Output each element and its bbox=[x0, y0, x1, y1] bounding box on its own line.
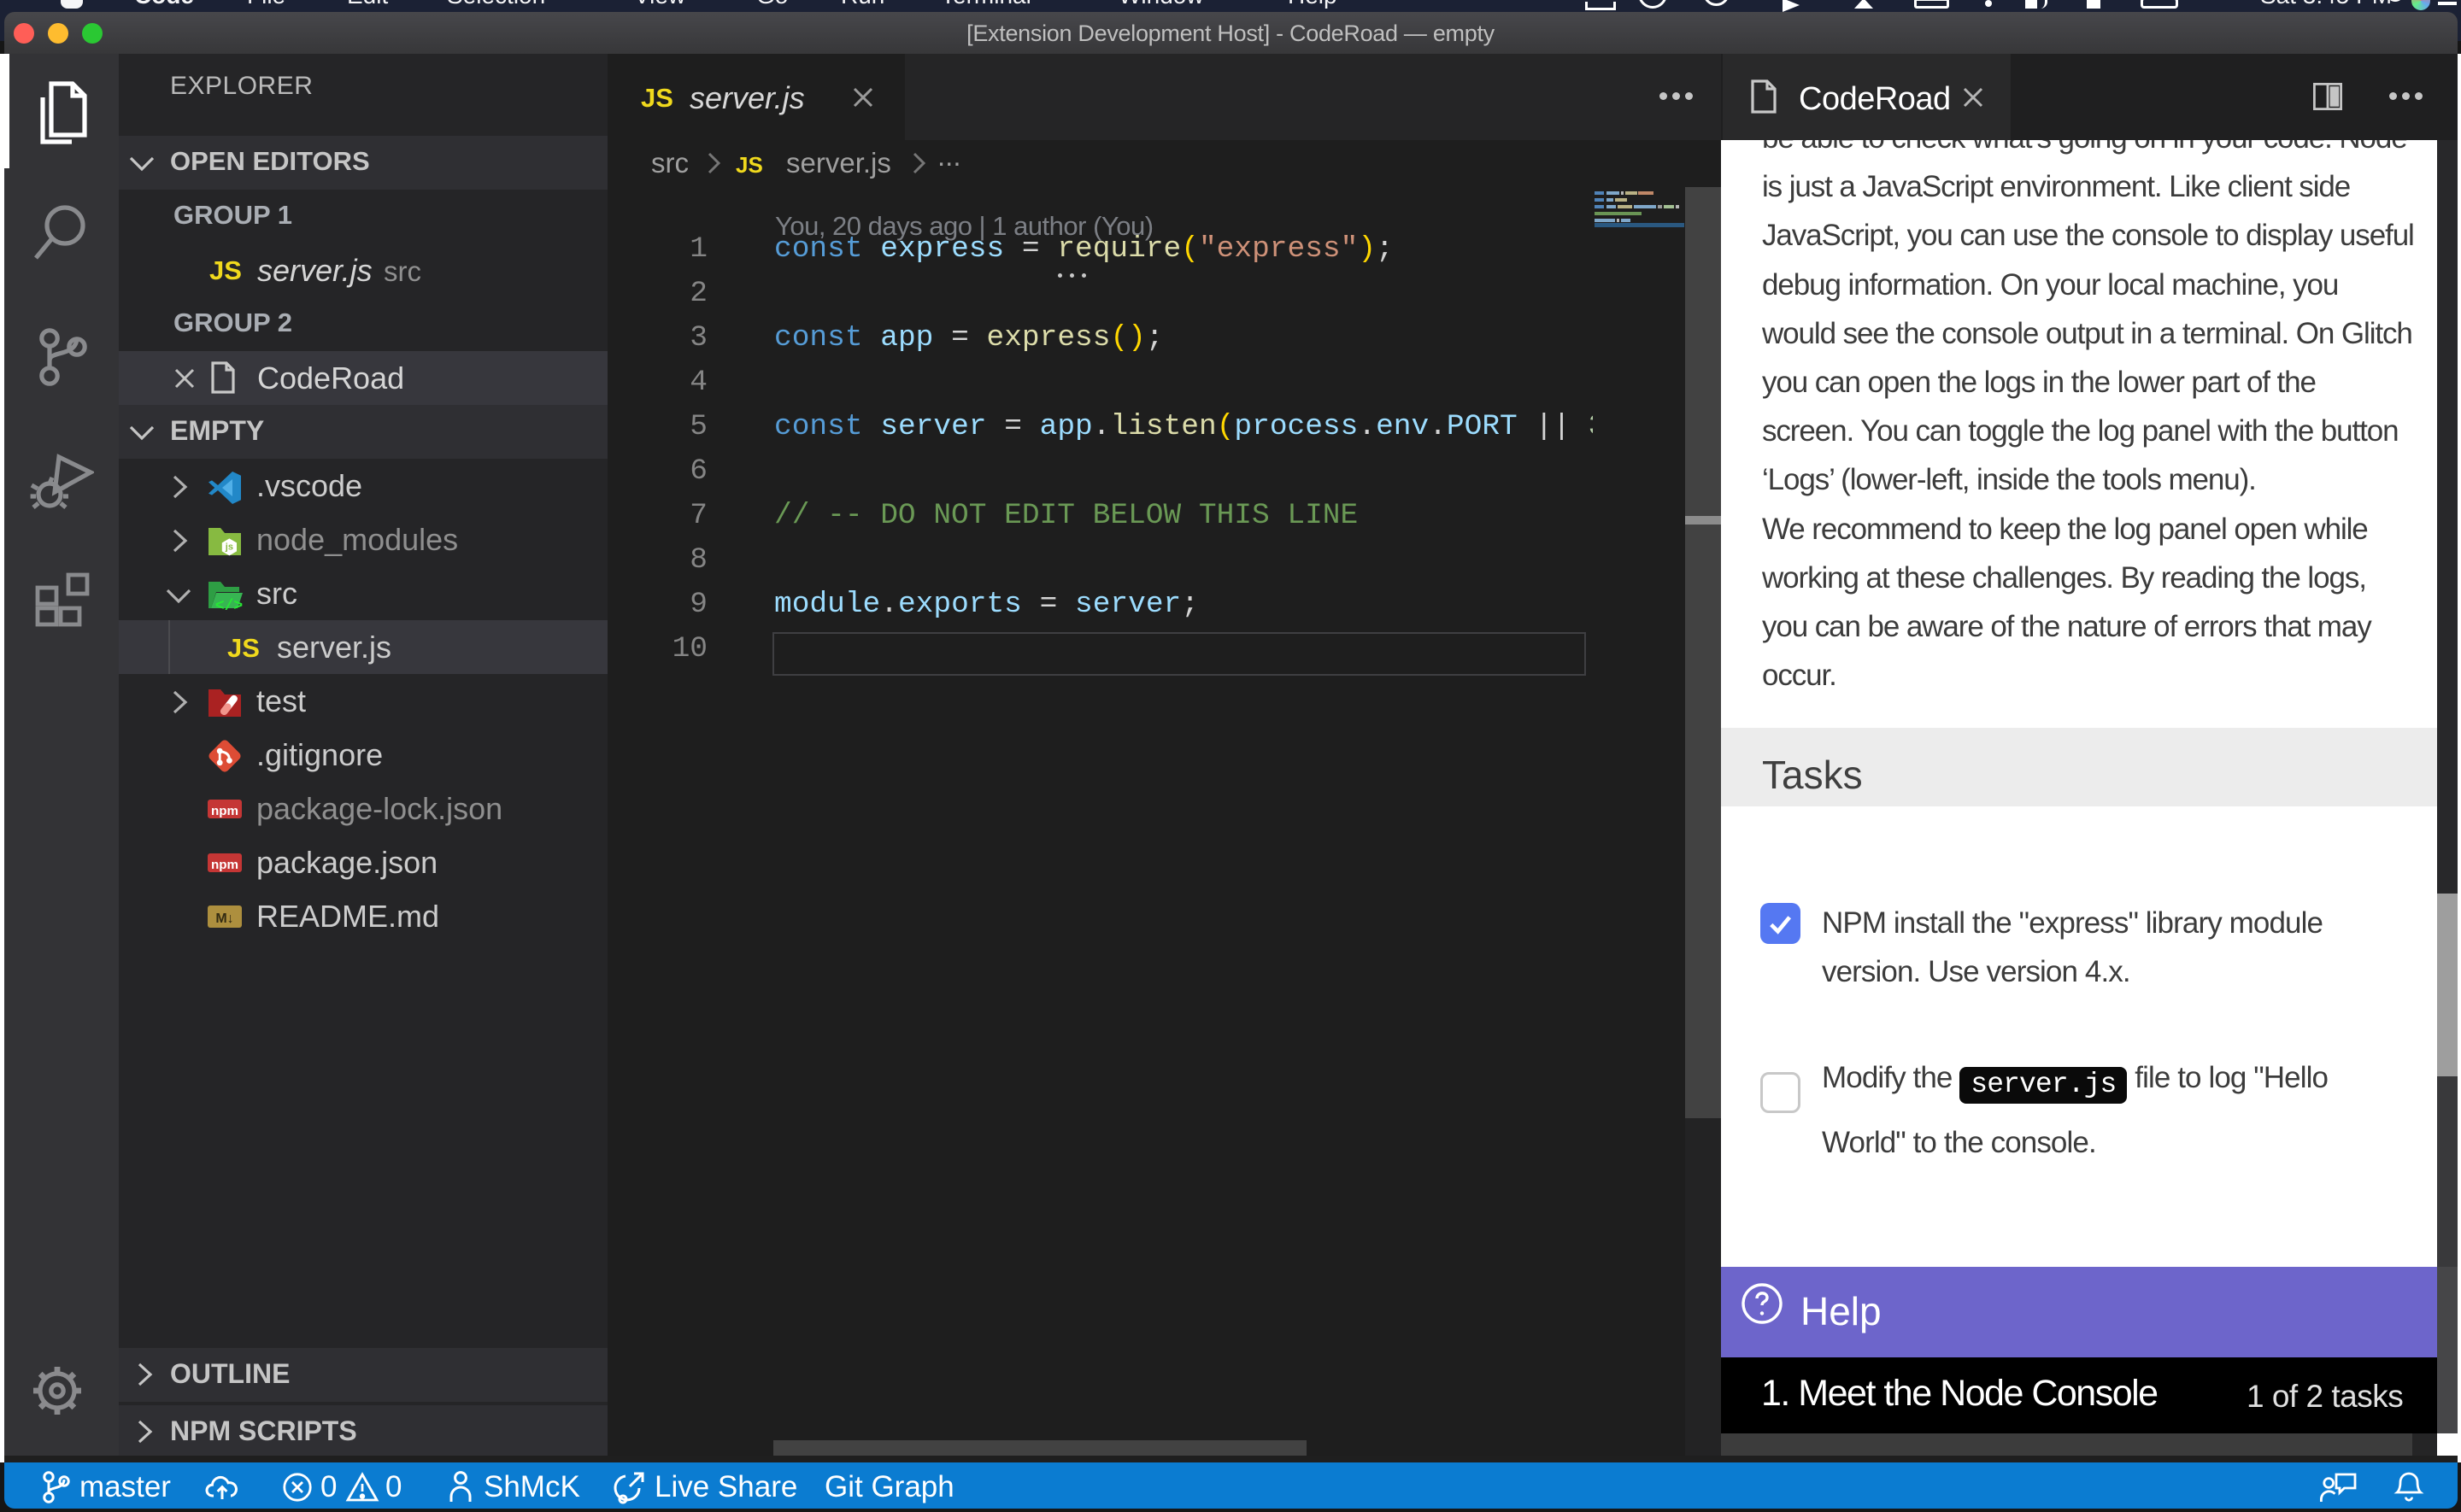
svg-text:npm: npm bbox=[211, 858, 238, 872]
svg-text:js: js bbox=[225, 542, 233, 553]
svg-text:</>: </> bbox=[215, 598, 243, 612]
svg-text:M↓: M↓ bbox=[215, 911, 233, 926]
svg-text:npm: npm bbox=[211, 804, 238, 818]
